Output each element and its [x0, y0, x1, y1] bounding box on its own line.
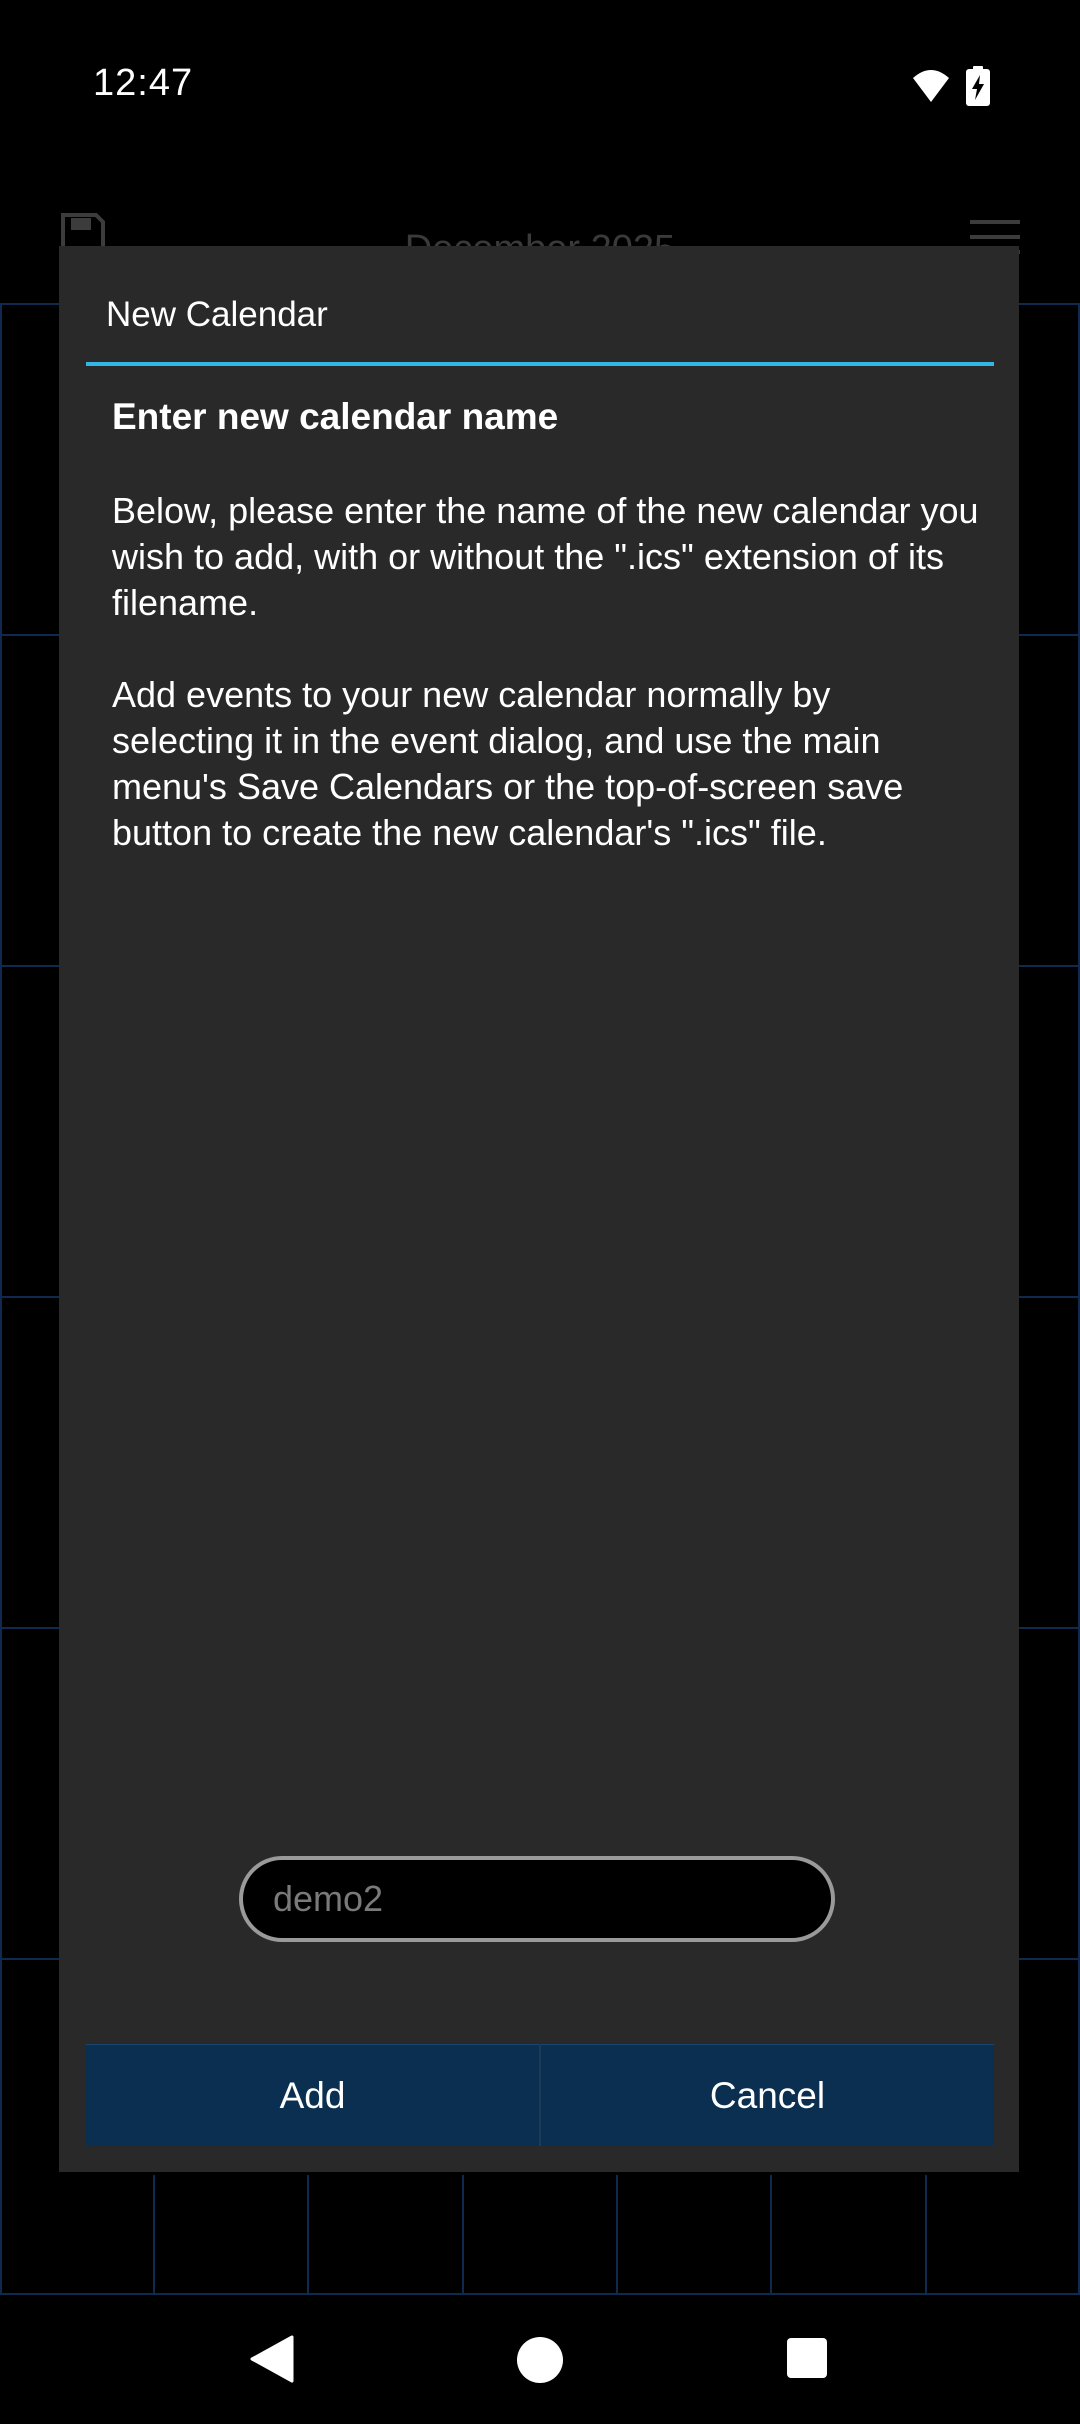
dialog-heading: Enter new calendar name [112, 396, 559, 437]
grid-line [770, 2175, 772, 2295]
grid-line [153, 2175, 155, 2295]
add-button[interactable]: Add [86, 2044, 539, 2146]
back-icon[interactable] [250, 2335, 294, 2383]
grid-line [307, 2175, 309, 2295]
home-icon[interactable] [517, 2337, 563, 2383]
grid-line [462, 2175, 464, 2295]
grid-line [925, 2175, 927, 2295]
status-bar: 12:47 [0, 0, 1080, 170]
dialog-instructions: Add events to your new calendar normally… [112, 674, 904, 853]
dialog-title-divider [86, 362, 994, 366]
new-calendar-dialog: New Calendar Enter new calendar name Bel… [59, 246, 1019, 2172]
dialog-button-bar: Add Cancel [86, 2044, 994, 2146]
cancel-button[interactable]: Cancel [541, 2044, 994, 2146]
status-time: 12:47 [93, 62, 194, 104]
grid-line [0, 303, 2, 2295]
navigation-bar [0, 2295, 1080, 2424]
dialog-description: Below, please enter the name of the new … [112, 490, 979, 623]
calendar-name-input[interactable] [239, 1856, 835, 1942]
battery-charging-icon [966, 66, 990, 106]
recents-icon[interactable] [787, 2338, 827, 2378]
screen: 12:47 December 2025 New Ca [0, 0, 1080, 2424]
grid-line [616, 2175, 618, 2295]
wifi-icon [913, 70, 949, 102]
dialog-title: New Calendar [106, 295, 328, 334]
